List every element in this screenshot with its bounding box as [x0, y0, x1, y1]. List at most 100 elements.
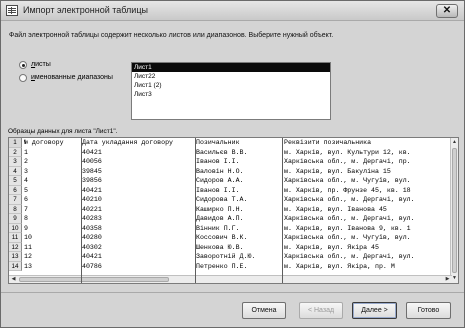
grid-cell: Іванов І.І. — [196, 158, 240, 165]
named-ranges-radio-label: именованные диапазоны — [31, 74, 113, 81]
row-number: 13 — [9, 252, 22, 262]
title-bar[interactable]: Импорт электронной таблицы ✕ — [1, 1, 464, 21]
sheet-list[interactable]: Лист1 Лист22 Лист1 (2) Лист3 — [131, 62, 331, 120]
grid-cell: Петренко П.Е. — [196, 262, 248, 270]
row-number: 14 — [9, 261, 22, 271]
sheets-label-rest: исты — [35, 61, 51, 68]
grid-cell: Васильєв В.В. — [196, 148, 248, 156]
grid-cell: Харківська обл., м. Дергачі, вул. — [284, 196, 415, 203]
grid-header-cell: Реквізити позичальника — [284, 139, 372, 146]
import-spreadsheet-dialog: Импорт электронной таблицы ✕ Файл электр… — [0, 0, 465, 328]
row-number: 3 — [9, 157, 22, 167]
row-number: 1 — [9, 138, 22, 148]
grid-cell: Давидов А.П. — [196, 215, 244, 222]
row-number: 6 — [9, 185, 22, 195]
ranges-label-rest: менованные диапазоны — [34, 74, 113, 81]
grid-cell: Харківська обл., м. Дергачі, вул. — [284, 253, 415, 260]
grid-cell: Заворотній Д.Ю. — [196, 253, 256, 260]
table-row: 13 12 40421 Заворотній Д.Ю. Харківська обл.,… — [9, 252, 452, 262]
row-number: 2 — [9, 147, 22, 157]
grid-cell: Валовін Н.О. — [196, 167, 244, 175]
horizontal-scroll-thumb[interactable] — [19, 277, 169, 282]
grid-cell: Вінник П.Г. — [196, 224, 240, 232]
next-button[interactable]: Далее > — [352, 302, 397, 319]
grid-cell: Каширко П.Н. — [196, 205, 244, 213]
table-row: 8 7 40221 Каширко П.Н. м. Харків, вул. Івано… — [9, 204, 452, 214]
grid-cell: 39856 — [82, 177, 102, 184]
scroll-up-icon[interactable]: ▲ — [451, 139, 458, 146]
table-row: 7 6 40210 Сидорова Т.А. Харківська обл., м. … — [9, 195, 452, 205]
grid-cell: м. Харків, вул. Іванова 9, кв. 1 — [284, 224, 411, 232]
sheet-list-item[interactable]: Лист1 — [132, 63, 330, 72]
grid-cell: м. Харків, вул. Іванова 45 — [284, 205, 387, 213]
column-divider[interactable] — [282, 138, 283, 283]
column-divider[interactable] — [81, 138, 82, 283]
sample-data-grid[interactable]: ▲ ▼ ◀ ▶ 1 № договору Дата укладання догово… — [8, 137, 459, 284]
horizontal-scrollbar[interactable]: ◀ ▶ — [9, 275, 452, 283]
grid-cell: 12 — [24, 253, 32, 260]
grid-cell: 39845 — [82, 167, 102, 175]
column-divider[interactable] — [195, 138, 196, 283]
grid-cell: 6 — [24, 196, 28, 203]
grid-cell: Харківська обл., м. Дергачі, пр. — [284, 158, 411, 165]
close-button[interactable]: ✕ — [436, 4, 458, 18]
back-button[interactable]: < Назад — [299, 302, 343, 319]
grid-cell: 10 — [24, 234, 32, 241]
grid-header-row: 1 № договору Дата укладання договору Позича… — [9, 138, 452, 148]
grid-header-cell: Дата укладання договору — [82, 139, 174, 146]
sheet-list-item[interactable]: Лист3 — [132, 90, 330, 99]
grid-cell: Харківська обл., м. Чугуїв, вул. — [284, 234, 411, 241]
finish-button[interactable]: Готово — [406, 302, 451, 319]
grid-cell: 13 — [24, 262, 32, 270]
row-number: 9 — [9, 214, 22, 224]
grid-cell: 8 — [24, 215, 28, 222]
scroll-right-icon[interactable]: ▶ — [444, 276, 451, 283]
grid-cell: м. Харків, пр. Фрунзе 45, кв. 18 — [284, 186, 411, 194]
grid-cell: 40302 — [82, 243, 102, 251]
grid-cell: 40421 — [82, 186, 102, 194]
sheets-radio-label: листы — [31, 61, 51, 68]
grid-cell: 40786 — [82, 262, 102, 270]
sample-data-caption: Образцы данных для листа "Лист1". — [8, 128, 118, 135]
row-number: 11 — [9, 233, 22, 243]
row-number: 5 — [9, 176, 22, 186]
grid-cell: 1 — [24, 148, 28, 156]
sheet-list-item[interactable]: Лист1 (2) — [132, 81, 330, 90]
scroll-left-icon[interactable]: ◀ — [10, 276, 17, 283]
row-number: 7 — [9, 195, 22, 205]
grid-cell: 40210 — [82, 196, 102, 203]
table-row: 11 10 40280 Коссович В.К. Харківська обл., м… — [9, 233, 452, 243]
row-number: 8 — [9, 204, 22, 214]
grid-cell: 3 — [24, 167, 28, 175]
row-number: 10 — [9, 223, 22, 233]
footer-divider — [1, 292, 464, 293]
grid-cell: 40056 — [82, 158, 102, 165]
grid-cell: 9 — [24, 224, 28, 232]
cancel-button[interactable]: Отмена — [242, 302, 286, 319]
table-row: 2 1 40421 Васильєв В.В. м. Харків, вул. Куль… — [9, 147, 452, 157]
table-row: 4 3 39845 Валовін Н.О. м. Харків, вул. Бакул… — [9, 166, 452, 176]
table-row: 14 13 40786 Петренко П.Е. м. Харків, вул. Як… — [9, 261, 452, 271]
table-row: 5 4 39856 Сидоров А.А. Харківська обл., м. Ч… — [9, 176, 452, 186]
named-ranges-radio[interactable] — [19, 74, 27, 82]
spreadsheet-icon — [6, 5, 18, 16]
grid-cell: м. Харків, вул. Культури 12, кв. — [284, 148, 411, 156]
grid-cell: 5 — [24, 186, 28, 194]
grid-cell: 40221 — [82, 205, 102, 213]
grid-cell: 11 — [24, 243, 32, 251]
grid-cell: 40421 — [82, 253, 102, 260]
grid-cell: Сидоров А.А. — [196, 177, 244, 184]
window-title: Импорт электронной таблицы — [23, 5, 148, 15]
scroll-down-icon[interactable]: ▼ — [451, 275, 458, 282]
grid-cell: 40283 — [82, 215, 102, 222]
table-row: 3 2 40056 Іванов І.І. Харківська обл., м. Де… — [9, 157, 452, 167]
table-row: 12 11 40302 Шенкова Ю.В. м. Харків, вул. Які… — [9, 242, 452, 252]
grid-cell: м. Харків, вул. Бакуліна 15 — [284, 167, 391, 175]
grid-cell: 40280 — [82, 234, 102, 241]
sheet-list-item[interactable]: Лист22 — [132, 72, 330, 81]
grid-cell: Шенкова Ю.В. — [196, 243, 244, 251]
grid-cell: м. Харків, вул. Якіра, пр. М — [284, 262, 395, 270]
vertical-scroll-thumb[interactable] — [452, 148, 457, 273]
sheets-radio[interactable] — [19, 61, 27, 69]
grid-cell: Сидорова Т.А. — [196, 196, 248, 203]
